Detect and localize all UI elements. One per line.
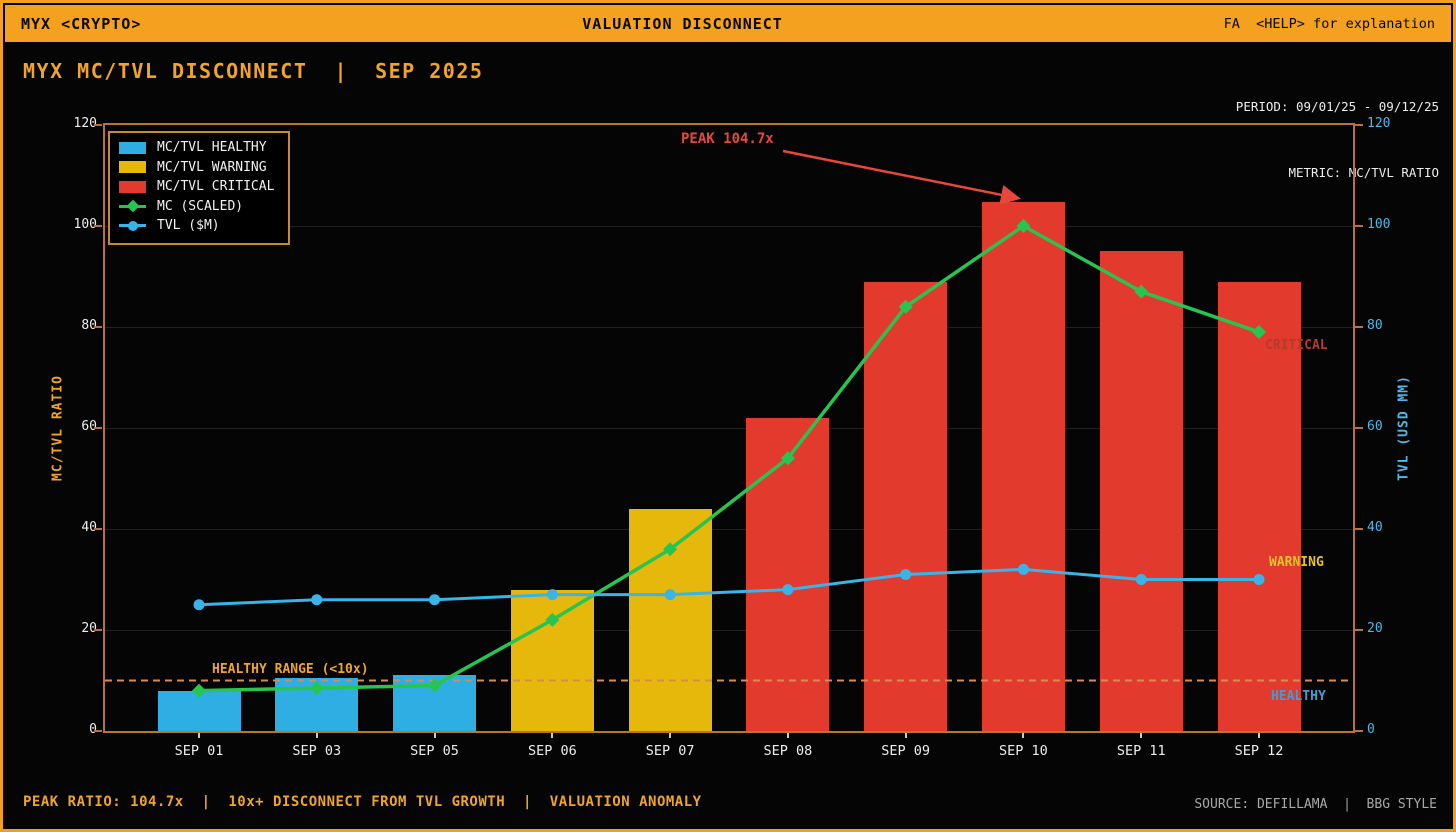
x-tick-label-sep-09: SEP 09 (861, 743, 951, 759)
ticker-label: MYX <CRYPTO> (21, 15, 141, 33)
y-tick-label-right: 80 (1367, 318, 1409, 333)
tvl-m--marker (1136, 574, 1147, 585)
footer-source: SOURCE: DEFILLAMA | BBG STYLE (1194, 797, 1437, 812)
tvl-m--marker (1018, 564, 1029, 575)
x-tick-label-sep-12: SEP 12 (1214, 743, 1304, 759)
footer-summary: PEAK RATIO: 104.7x | 10x+ DISCONNECT FRO… (23, 794, 702, 810)
help-hint[interactable]: FA <HELP> for explanation (1224, 16, 1435, 32)
legend-item-mc-tvl-warning: MC/TVL WARNING (119, 160, 274, 176)
x-tick-label-sep-11: SEP 11 (1096, 743, 1186, 759)
y-tick-label-left: 0 (55, 722, 97, 737)
legend-item-mc-scaled-: MC (SCALED) (119, 199, 274, 215)
y-tick-mark-right (1355, 427, 1363, 429)
tvl-m--marker (194, 599, 205, 610)
tvl-m--marker (1254, 574, 1265, 585)
terminal-header-bar: MYX <CRYPTO> VALUATION DISCONNECT FA <HE… (5, 5, 1451, 42)
y-tick-mark-left (94, 124, 102, 126)
mc-scaled--marker (192, 684, 206, 698)
y-axis-title-left: MC/TVL RATIO (51, 375, 66, 481)
x-tick-mark (1022, 733, 1024, 738)
chart-title: MYX MC/TVL DISCONNECT | SEP 2025 (23, 59, 483, 83)
y-tick-mark-left (94, 730, 102, 732)
x-tick-label-sep-03: SEP 03 (272, 743, 362, 759)
y-tick-mark-left (94, 528, 102, 530)
y-tick-mark-left (94, 427, 102, 429)
x-tick-mark (1258, 733, 1260, 738)
mc-scaled--line (199, 226, 1259, 691)
tvl-m--marker (665, 589, 676, 600)
x-tick-label-sep-06: SEP 06 (507, 743, 597, 759)
y-tick-label-left: 100 (55, 217, 97, 232)
legend-line-glyph (119, 219, 146, 232)
legend-label: MC/TVL HEALTHY (157, 140, 267, 155)
x-tick-mark (905, 733, 907, 738)
y-tick-mark-right (1355, 730, 1363, 732)
legend-marker-circle (128, 221, 138, 231)
legend-swatch-healthy (119, 142, 146, 154)
legend-item-tvl-m-: TVL ($M) (119, 218, 274, 234)
legend-item-mc-tvl-critical: MC/TVL CRITICAL (119, 179, 274, 195)
peak-annotation-arrow (783, 151, 1018, 198)
legend-line-glyph (119, 200, 146, 213)
y-tick-mark-right (1355, 326, 1363, 328)
legend-label: MC (SCALED) (157, 199, 243, 214)
x-tick-label-sep-10: SEP 10 (978, 743, 1068, 759)
x-tick-mark (669, 733, 671, 738)
legend-swatch-warning (119, 161, 146, 173)
y-tick-mark-right (1355, 629, 1363, 631)
terminal-page: MYX <CRYPTO> VALUATION DISCONNECT FA <HE… (0, 0, 1456, 832)
y-tick-label-left: 20 (55, 621, 97, 636)
x-tick-label-sep-01: SEP 01 (154, 743, 244, 759)
x-tick-label-sep-07: SEP 07 (625, 743, 715, 759)
tvl-m--marker (782, 584, 793, 595)
x-tick-label-sep-05: SEP 05 (390, 743, 480, 759)
tvl-m--marker (547, 589, 558, 600)
legend-marker-diamond (126, 200, 139, 213)
mc-scaled--marker (1134, 285, 1148, 299)
line-series-overlay (105, 125, 1353, 731)
x-tick-mark (198, 733, 200, 738)
legend: MC/TVL HEALTHY MC/TVL WARNING MC/TVL CRITI… (108, 131, 290, 245)
tvl-m--marker (900, 569, 911, 580)
header-title: VALUATION DISCONNECT (582, 15, 783, 33)
legend-swatch-critical (119, 181, 146, 193)
x-tick-mark (316, 733, 318, 738)
y-tick-label-left: 120 (55, 116, 97, 131)
tvl-m--marker (429, 594, 440, 605)
plot-area (103, 123, 1355, 733)
mc-scaled--marker (1252, 325, 1266, 339)
y-tick-label-right: 0 (1367, 722, 1409, 737)
legend-label: TVL ($M) (157, 218, 220, 233)
x-tick-mark (551, 733, 553, 738)
y-tick-label-right: 60 (1367, 419, 1409, 434)
period-label: PERIOD: 09/01/25 - 09/12/25 (1236, 96, 1439, 118)
legend-item-mc-tvl-healthy: MC/TVL HEALTHY (119, 140, 274, 156)
legend-label: MC/TVL CRITICAL (157, 179, 274, 194)
y-tick-mark-left (94, 326, 102, 328)
x-tick-mark (1140, 733, 1142, 738)
x-tick-mark (787, 733, 789, 738)
y-tick-mark-right (1355, 528, 1363, 530)
mc-scaled--marker (310, 681, 324, 695)
y-tick-label-left: 60 (55, 419, 97, 434)
y-tick-label-right: 40 (1367, 520, 1409, 535)
y-tick-label-left: 80 (55, 318, 97, 333)
y-tick-mark-left (94, 225, 102, 227)
y-axis-title-right: TVL (USD MM) (1397, 375, 1412, 481)
y-tick-mark-left (94, 629, 102, 631)
y-tick-label-left: 40 (55, 520, 97, 535)
tvl-m--line (199, 569, 1259, 604)
x-tick-mark (434, 733, 436, 738)
x-tick-label-sep-08: SEP 08 (743, 743, 833, 759)
y-tick-label-right: 20 (1367, 621, 1409, 636)
tvl-m--marker (311, 594, 322, 605)
legend-label: MC/TVL WARNING (157, 160, 267, 175)
